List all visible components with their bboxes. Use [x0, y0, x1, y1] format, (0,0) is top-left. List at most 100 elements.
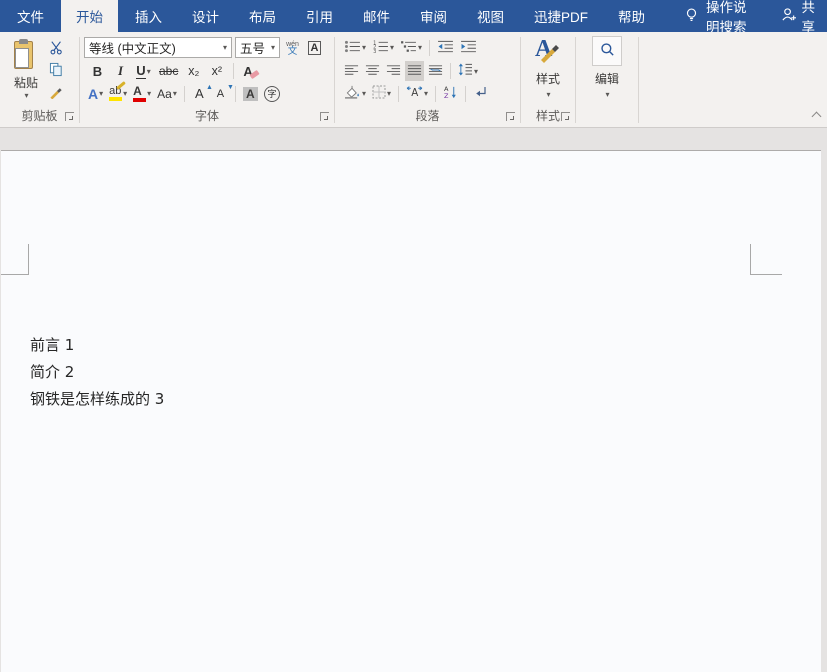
asian-layout-button[interactable]: A ▾: [404, 84, 430, 104]
collapse-ribbon-button[interactable]: [812, 112, 822, 122]
paste-button[interactable]: 粘贴 ▾: [5, 37, 47, 107]
clipboard-group: 粘贴 ▾ 剪: [0, 32, 79, 127]
font-color-icon: A: [133, 86, 146, 102]
search-button[interactable]: [592, 36, 622, 66]
tab-help[interactable]: 帮助: [603, 0, 660, 32]
bold-button[interactable]: B: [88, 61, 107, 81]
crop-mark-left-vertical: [28, 244, 29, 275]
chevron-down-icon: ▾: [99, 89, 103, 98]
align-left-button[interactable]: [342, 61, 361, 81]
styles-group: A 样式 ▾ 样式: [521, 32, 575, 127]
document-text[interactable]: 前言 1 简介 2 钢铁是怎样练成的 3: [30, 332, 164, 413]
character-shading-button[interactable]: A: [241, 84, 260, 104]
toc-line-2[interactable]: 简介 2: [30, 359, 164, 386]
tab-insert[interactable]: 插入: [120, 0, 177, 32]
share-button[interactable]: 共享: [768, 0, 827, 32]
character-border-button[interactable]: A: [305, 38, 324, 58]
align-center-button[interactable]: [363, 61, 382, 81]
button-divider: [184, 86, 185, 102]
cut-button[interactable]: [47, 39, 66, 58]
chevron-down-icon: ▾: [173, 89, 177, 98]
decrease-indent-button[interactable]: [435, 38, 456, 58]
justify-button[interactable]: [405, 61, 424, 81]
tab-home[interactable]: 开始: [61, 0, 118, 32]
chevron-down-icon: ▾: [390, 43, 394, 52]
styles-dialog-launcher[interactable]: [561, 112, 570, 121]
shading-button[interactable]: ▾: [342, 84, 368, 104]
borders-icon: [372, 85, 386, 102]
styles-button-label: 样式: [536, 70, 560, 87]
increase-indent-button[interactable]: [458, 38, 479, 58]
highlight-button[interactable]: ab ▾: [107, 84, 129, 104]
styles-button[interactable]: A 样式 ▾: [521, 36, 575, 99]
font-group: 等线 (中文正文) ▾ 五号 ▾ wén 文 A B: [80, 32, 334, 127]
subscript-button[interactable]: x₂: [184, 61, 203, 81]
align-right-button[interactable]: [384, 61, 403, 81]
toc-line-3[interactable]: 钢铁是怎样练成的 3: [30, 386, 164, 413]
chevron-down-icon: ▾: [546, 90, 550, 99]
strikethrough-button[interactable]: abc: [157, 61, 180, 81]
change-case-button[interactable]: Aa ▾: [155, 84, 179, 104]
chevron-down-icon: ▾: [474, 67, 478, 76]
distribute-button[interactable]: [426, 61, 445, 81]
tab-xunjie-pdf[interactable]: 迅捷PDF: [519, 0, 603, 32]
button-divider: [235, 86, 236, 102]
superscript-button[interactable]: x²: [207, 61, 226, 81]
tab-design[interactable]: 设计: [177, 0, 234, 32]
align-right-icon: [386, 64, 401, 79]
italic-button[interactable]: I: [111, 61, 130, 81]
chevron-down-icon: ▾: [147, 67, 151, 76]
shrink-font-button[interactable]: A ▼: [211, 84, 230, 104]
numbered-list-icon: 123: [372, 40, 389, 56]
chevron-down-icon: ▾: [271, 43, 275, 52]
font-size-value: 五号: [240, 38, 270, 57]
line-spacing-button[interactable]: ▾: [456, 61, 480, 81]
word-window: 文件 开始 插入 设计 布局 引用 邮件 审阅 视图 迅捷PDF 帮助 操作说明…: [0, 0, 827, 672]
tell-me-search[interactable]: 操作说明搜索: [674, 0, 768, 32]
tab-view[interactable]: 视图: [462, 0, 519, 32]
ribbon-home: 粘贴 ▾ 剪: [0, 32, 827, 128]
multilevel-list-button[interactable]: ▾: [398, 38, 424, 58]
tab-review[interactable]: 审阅: [405, 0, 462, 32]
highlight-icon: ab: [109, 86, 122, 101]
paragraph-group-label: 段落: [335, 107, 520, 124]
crop-mark-right-horizontal: [750, 274, 782, 275]
show-hide-marks-button[interactable]: [471, 84, 490, 104]
sort-az-icon: AZ: [443, 85, 458, 102]
toc-line-1[interactable]: 前言 1: [30, 332, 164, 359]
underline-button[interactable]: U ▾: [134, 61, 153, 81]
document-page[interactable]: 前言 1 简介 2 钢铁是怎样练成的 3: [1, 150, 821, 672]
bullets-button[interactable]: ▾: [342, 38, 368, 58]
font-color-button[interactable]: A ▾: [131, 84, 153, 104]
clear-formatting-button[interactable]: A: [241, 61, 263, 81]
person-add-icon: [780, 7, 797, 25]
borders-button[interactable]: ▾: [370, 84, 393, 104]
chevron-down-icon: ▾: [123, 89, 127, 98]
tab-references[interactable]: 引用: [291, 0, 348, 32]
text-effects-button[interactable]: A ▾: [86, 84, 105, 104]
sort-button[interactable]: AZ: [441, 84, 460, 104]
clipboard-dialog-launcher[interactable]: [65, 112, 74, 121]
tab-layout[interactable]: 布局: [234, 0, 291, 32]
numbering-button[interactable]: 123 ▾: [370, 38, 396, 58]
phonetic-guide-button[interactable]: wén 文: [283, 38, 302, 58]
decrease-indent-icon: [437, 40, 454, 56]
grow-font-button[interactable]: A ▲: [190, 84, 209, 104]
justify-icon: [407, 64, 422, 79]
editing-button[interactable]: 编辑 ▾: [576, 36, 638, 99]
font-size-select[interactable]: 五号 ▾: [235, 37, 280, 58]
tab-file[interactable]: 文件: [0, 0, 61, 32]
paragraph-dialog-launcher[interactable]: [506, 112, 515, 121]
font-name-select[interactable]: 等线 (中文正文) ▾: [84, 37, 232, 58]
ribbon-tab-bar: 文件 开始 插入 设计 布局 引用 邮件 审阅 视图 迅捷PDF 帮助 操作说明…: [0, 0, 827, 32]
chevron-down-icon: ▾: [223, 43, 227, 52]
tab-mailings[interactable]: 邮件: [348, 0, 405, 32]
copy-button[interactable]: [47, 61, 66, 80]
button-divider: [450, 63, 451, 79]
enclose-characters-button[interactable]: 字: [262, 84, 282, 104]
button-divider: [429, 40, 430, 56]
font-dialog-launcher[interactable]: [320, 112, 329, 121]
tell-me-label: 操作说明搜索: [706, 0, 758, 36]
format-painter-button[interactable]: [47, 83, 66, 102]
chevron-down-icon: ▾: [424, 89, 428, 98]
